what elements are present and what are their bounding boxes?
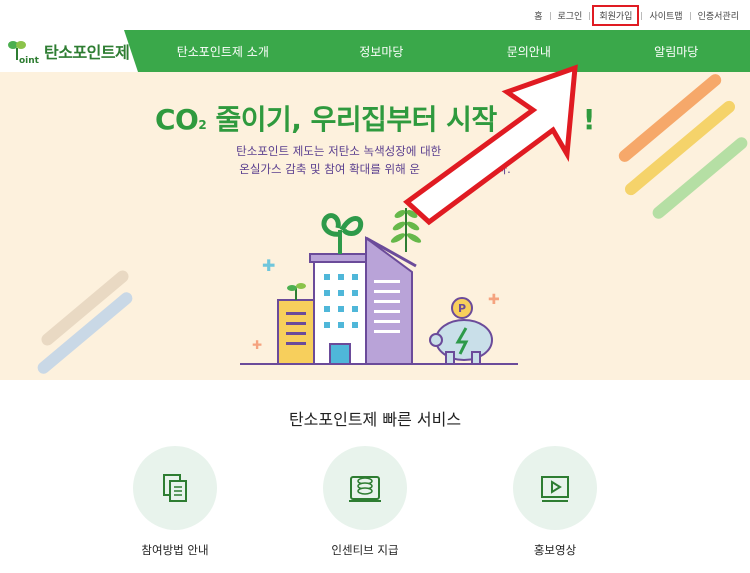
divider xyxy=(589,11,591,20)
sparkle-icon: ✚ xyxy=(262,256,276,275)
header: oint 탄소포인트제 탄소포인트제 소개 정보마당 문의안내 알림마당 xyxy=(0,30,750,72)
sparkle-icon: ✚ xyxy=(252,338,263,352)
service-circle[interactable] xyxy=(513,446,597,530)
sitemap-link[interactable]: 사이트맵 xyxy=(642,9,689,22)
nav-notice[interactable]: 알림마당 xyxy=(603,30,750,72)
service-label[interactable]: 인센티브 지급 xyxy=(320,542,410,558)
service-label[interactable]: 참여방법 안내 xyxy=(130,542,220,558)
hero-title: CO2 줄이기, 우리집부터 시작! xyxy=(155,103,595,136)
login-link[interactable]: 로그인 xyxy=(551,9,590,22)
nav-intro[interactable]: 탄소포인트제 소개 xyxy=(138,30,308,72)
point-coin: P xyxy=(458,302,466,315)
sparkle-icon: ✚ xyxy=(488,292,500,308)
signup-link[interactable]: 회원가입 xyxy=(592,5,640,26)
utility-links: 홈 로그인 회원가입 사이트맵 인증서관리 xyxy=(527,5,746,26)
service-participation[interactable]: 참여방법 안내 xyxy=(130,446,220,558)
service-circle[interactable] xyxy=(133,446,217,530)
certificate-link[interactable]: 인증서관리 xyxy=(691,9,746,22)
service-video[interactable]: 홍보영상 xyxy=(510,446,600,558)
logo[interactable]: oint 탄소포인트제 xyxy=(8,38,130,66)
home-link[interactable]: 홈 xyxy=(527,9,549,22)
document-icon xyxy=(163,474,187,502)
services-title: 탄소포인트제 빠른 서비스 xyxy=(288,410,462,429)
hero-description: 탄소포인트 제도는 저탄소 녹색성장에 대한라 온실가스 감축 및 참여 확대를… xyxy=(236,144,514,176)
logo-prefix: oint xyxy=(19,56,40,64)
sprout-logo-icon: oint xyxy=(8,38,42,66)
service-circle[interactable] xyxy=(323,446,407,530)
coins-icon xyxy=(349,476,381,502)
service-incentive[interactable]: 인센티브 지급 xyxy=(320,446,410,558)
play-icon xyxy=(541,476,569,502)
pointer-arrow-icon xyxy=(403,64,578,226)
logo-name: 탄소포인트제 xyxy=(44,43,130,62)
hero-banner: CO2 줄이기, 우리집부터 시작! 탄소포인트 제도는 저탄소 녹색성장에 대… xyxy=(0,72,750,380)
service-label[interactable]: 홍보영상 xyxy=(510,542,600,558)
utility-bar: 홈 로그인 회원가입 사이트맵 인증서관리 xyxy=(0,0,750,30)
